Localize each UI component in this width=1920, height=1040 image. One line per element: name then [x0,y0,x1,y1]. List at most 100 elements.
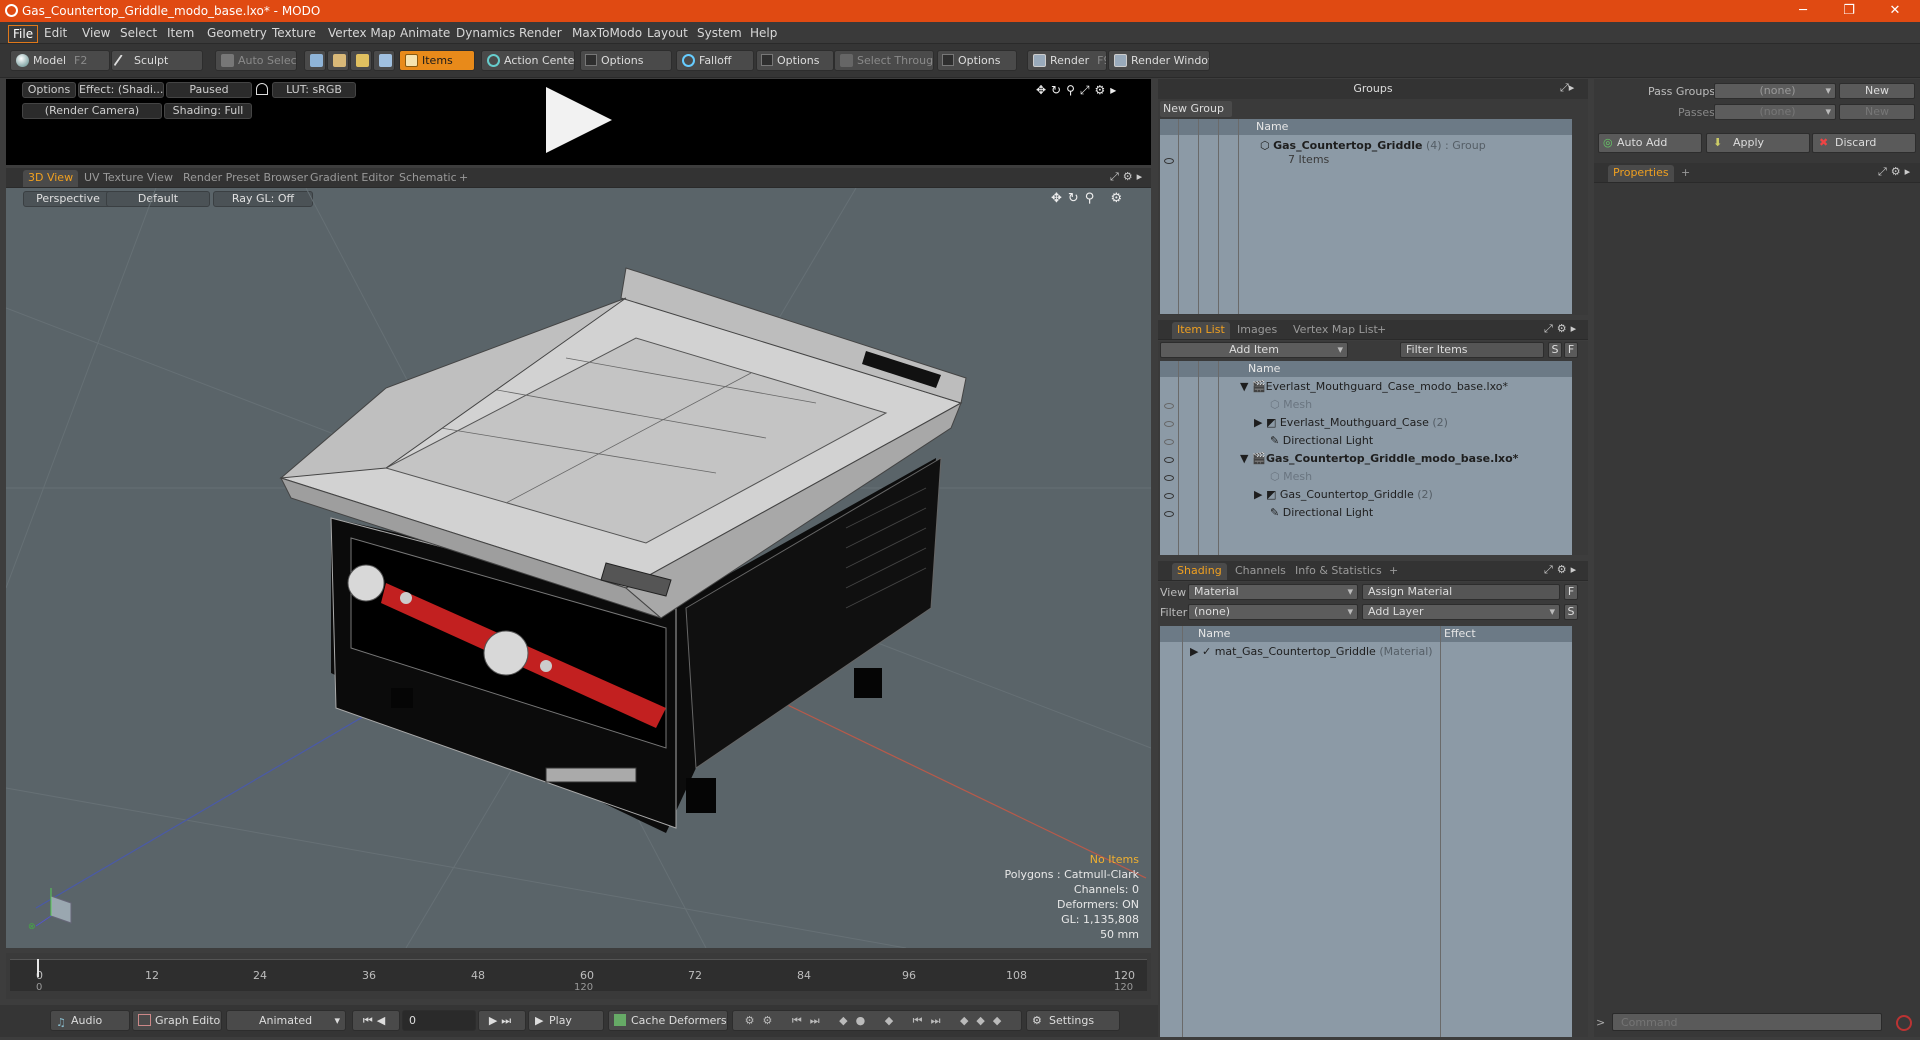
item-row-group1[interactable]: ▶ ◩ Everlast_Mouthguard_Case (2) [1254,414,1448,432]
render-camera-dropdown[interactable]: (Render Camera) [22,103,162,119]
s-button[interactable]: S [1548,342,1562,358]
panel-controls-icon[interactable]: ⤢⚙▸ [1110,170,1146,184]
menu-render[interactable]: Render [515,25,566,41]
key-tools[interactable]: ⚙⚙ ⏮⏭ ◆● ◆ ⏮⏭ ◆◆◆ [732,1010,1022,1031]
tab-item-list[interactable]: Item List [1172,322,1230,339]
tab-properties[interactable]: Properties [1608,165,1674,182]
paused-button[interactable]: Paused [166,82,252,98]
select-through-button[interactable]: Select Through [834,50,934,71]
preview-nav-icons[interactable]: ✥↻⚲⤢⚙▸ [1036,83,1121,98]
add-tab-button[interactable]: + [1384,563,1403,580]
tab-render-preset-browser[interactable]: Render Preset Browser [178,170,313,187]
eye-icon[interactable] [1164,439,1174,445]
item-row-scene2[interactable]: ▼ 🎬Gas_Countertop_Griddle_modo_base.lxo* [1240,450,1518,468]
action-center-options-button[interactable]: Options [580,50,672,71]
skip-end-buttons[interactable]: ▶⏭ [478,1010,526,1031]
f-button[interactable]: F [1564,584,1578,600]
menu-select[interactable]: Select [116,25,161,41]
item-row-mesh1[interactable]: ⬡ Mesh [1270,396,1312,414]
add-item-dropdown[interactable]: Add Item ▾ [1160,342,1348,358]
assign-material-button[interactable]: Assign Material [1362,584,1560,600]
menu-dynamics[interactable]: Dynamics [452,25,519,41]
effect-dropdown[interactable]: Effect: (Shadi... [78,82,164,98]
sculpt-button[interactable]: Sculpt [111,50,203,71]
menu-maxtomodo[interactable]: MaxToModo [568,25,646,41]
tab-uv-texture-view[interactable]: UV Texture View [79,170,178,187]
menu-edit[interactable]: Edit [40,25,71,41]
menu-vertex-map[interactable]: Vertex Map [324,25,400,41]
groups-list[interactable]: Name ⬡ Gas_Countertop_Griddle (4) : Grou… [1160,119,1572,314]
eye-icon[interactable] [1164,475,1174,481]
model-button[interactable]: Model F2 [10,50,110,71]
new-group-button[interactable]: New Group [1160,101,1232,117]
cache-deformers-button[interactable]: Cache Deformers [608,1010,728,1031]
menu-file[interactable]: File [8,25,39,43]
item-row-scene1[interactable]: ▼ 🎬Everlast_Mouthguard_Case_modo_base.lx… [1240,378,1508,396]
discard-button[interactable]: ✖ Discard [1812,133,1916,153]
play-icon[interactable] [546,87,612,153]
record-icon[interactable] [1896,1015,1912,1031]
add-tab-button[interactable]: + [1372,322,1391,339]
action-center-button[interactable]: Action Center [481,50,575,71]
menu-texture[interactable]: Texture [268,25,320,41]
add-layer-dropdown[interactable]: Add Layer ▾ [1362,604,1560,620]
f-button[interactable]: F [1564,342,1578,358]
eye-icon[interactable] [1164,493,1174,499]
minimize-button[interactable]: ─ [1780,1,1826,21]
command-input[interactable] [1612,1013,1882,1031]
play-button[interactable]: ▶ Play [528,1010,604,1031]
menu-system[interactable]: System [693,25,746,41]
menu-view[interactable]: View [78,25,114,41]
menu-layout[interactable]: Layout [643,25,692,41]
items-mode-button[interactable]: Items [399,50,475,71]
panel-controls-icon[interactable]: ⤢⚙▸ [1544,322,1580,336]
tab-gradient-editor[interactable]: Gradient Editor [305,170,399,187]
frame-input[interactable]: 0 [402,1010,476,1031]
graph-editor-button[interactable]: Graph Editor [132,1010,222,1031]
tab-schematic[interactable]: Schematic [394,170,462,187]
item-row-group2[interactable]: ▶ ◩ Gas_Countertop_Griddle (2) [1254,486,1433,504]
eye-icon[interactable] [1164,511,1174,517]
shading-dropdown[interactable]: Shading: Full [164,103,252,119]
vertices-mode-button[interactable] [304,50,326,71]
eye-icon[interactable] [1164,403,1174,409]
add-tab-button[interactable]: + [454,170,473,187]
item-row-light1[interactable]: ✎ Directional Light [1270,432,1373,450]
tab-3d-view[interactable]: 3D View [23,170,79,187]
falloff-button[interactable]: Falloff [676,50,754,71]
passes-dropdown[interactable]: (none) ▾ [1714,104,1836,120]
menu-help[interactable]: Help [746,25,781,41]
timeline[interactable]: 0 12 24 36 48 60 72 84 96 108 120 0 120 … [6,953,1151,999]
auto-add-button[interactable]: ◎ Auto Add [1598,133,1702,153]
menu-item[interactable]: Item [163,25,198,41]
tab-images[interactable]: Images [1232,322,1282,339]
panel-controls-icon[interactable]: ⤢⚙▸ [1878,165,1914,179]
apply-button[interactable]: ⬇ Apply [1706,133,1810,153]
animated-dropdown[interactable]: Animated ▾ [226,1010,346,1031]
item-tree[interactable]: Name ▼ 🎬Everlast_Mouthguard_Case_modo_ba… [1160,361,1572,555]
3d-viewport[interactable]: Perspective Default Ray GL: Off ✥↻⚲ ⚙ ⊗ … [6,188,1151,948]
panel-controls-icon[interactable]: ⤢▸ [1560,81,1574,95]
eye-icon[interactable] [1164,158,1174,164]
filter-dropdown[interactable]: (none) ▾ [1188,604,1358,620]
pass-groups-dropdown[interactable]: (none) ▾ [1714,83,1836,99]
menu-animate[interactable]: Animate [396,25,454,41]
shader-tree[interactable]: Name Effect ▶ ✓ mat_Gas_Countertop_Gridd… [1160,626,1572,1037]
tab-info-statistics[interactable]: Info & Statistics [1290,563,1387,580]
auto-select-button[interactable]: Auto Select [215,50,297,71]
falloff-options-button[interactable]: Options [756,50,834,71]
lock-icon[interactable] [256,83,268,95]
tab-channels[interactable]: Channels [1230,563,1291,580]
view-dropdown[interactable]: Material ▾ [1188,584,1358,600]
materials-mode-button[interactable] [373,50,395,71]
item-row-mesh2[interactable]: ⬡ Mesh [1270,468,1312,486]
s-button[interactable]: S [1564,604,1578,620]
menu-geometry[interactable]: Geometry [203,25,271,41]
tab-shading[interactable]: Shading [1172,563,1227,580]
add-tab-button[interactable]: + [1676,165,1695,182]
lut-dropdown[interactable]: LUT: sRGB [272,82,356,98]
playhead[interactable] [37,959,39,977]
panel-controls-icon[interactable]: ⤢⚙▸ [1544,563,1580,577]
material-row[interactable]: ▶ ✓ mat_Gas_Countertop_Griddle (Material… [1190,643,1433,661]
tab-vertex-map-list[interactable]: Vertex Map List [1288,322,1383,339]
